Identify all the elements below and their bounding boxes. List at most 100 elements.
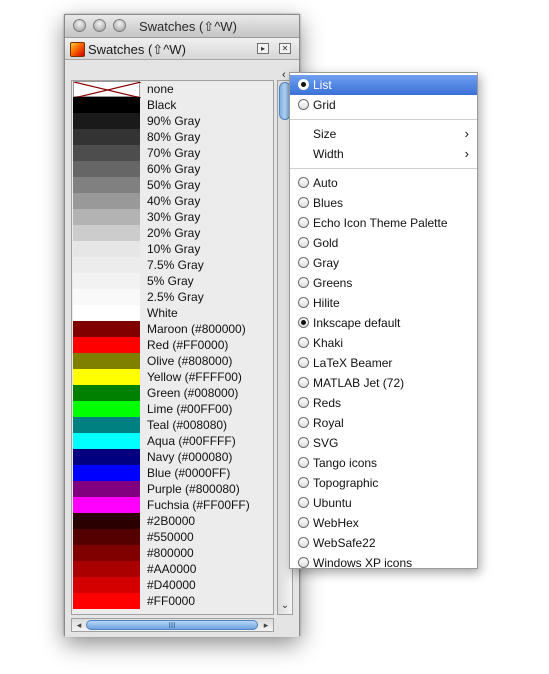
swatch-color[interactable] (73, 593, 140, 609)
swatch-row[interactable]: Maroon (#800000) (72, 321, 273, 337)
swatch-color[interactable] (73, 561, 140, 577)
swatch-color[interactable] (73, 353, 140, 369)
palette-item[interactable]: LaTeX Beamer (290, 353, 477, 373)
swatch-color[interactable] (73, 225, 140, 241)
swatch-row[interactable]: 60% Gray (72, 161, 273, 177)
swatch-row[interactable]: Red (#FF0000) (72, 337, 273, 353)
zoom-window-button[interactable] (113, 19, 126, 32)
swatch-color[interactable] (73, 433, 140, 449)
swatch-color[interactable] (73, 321, 140, 337)
swatch-color[interactable] (73, 449, 140, 465)
swatch-row[interactable]: 7.5% Gray (72, 257, 273, 273)
swatch-row[interactable]: #2B0000 (72, 513, 273, 529)
palette-item[interactable]: Auto (290, 173, 477, 193)
swatch-color[interactable] (73, 465, 140, 481)
swatch-color[interactable] (73, 401, 140, 417)
swatch-color[interactable] (73, 529, 140, 545)
dock-close-button[interactable]: ✕ (279, 43, 291, 54)
submenu-size[interactable]: Size › (290, 124, 477, 144)
palette-item[interactable]: Khaki (290, 333, 477, 353)
palette-item[interactable]: Gray (290, 253, 477, 273)
swatch-row[interactable]: Lime (#00FF00) (72, 401, 273, 417)
horizontal-scroll-thumb[interactable]: III (86, 620, 258, 630)
swatch-row[interactable]: 40% Gray (72, 193, 273, 209)
dock-menu-button[interactable]: ▸ (257, 43, 269, 54)
swatch-row[interactable]: 2.5% Gray (72, 289, 273, 305)
palette-item[interactable]: Windows XP icons (290, 553, 477, 573)
swatch-row[interactable]: #550000 (72, 529, 273, 545)
scroll-left-arrow-icon[interactable]: ◂ (74, 619, 84, 631)
swatch-color[interactable] (73, 145, 140, 161)
menu-item-view-list[interactable]: List (290, 75, 477, 95)
swatch-color[interactable] (73, 305, 140, 321)
palette-item[interactable]: Royal (290, 413, 477, 433)
palette-item[interactable]: Topographic (290, 473, 477, 493)
palette-item[interactable]: MATLAB Jet (72) (290, 373, 477, 393)
swatch-row[interactable]: none (72, 81, 273, 98)
swatch-color[interactable] (73, 97, 140, 113)
minimize-window-button[interactable] (93, 19, 106, 32)
swatch-row[interactable]: Green (#008000) (72, 385, 273, 401)
swatch-row[interactable]: 70% Gray (72, 145, 273, 161)
palette-item[interactable]: SVG (290, 433, 477, 453)
swatch-color[interactable] (73, 337, 140, 353)
swatch-color[interactable] (73, 257, 140, 273)
swatch-color[interactable] (73, 513, 140, 529)
palette-item[interactable]: Greens (290, 273, 477, 293)
swatch-row[interactable]: 30% Gray (72, 209, 273, 225)
swatch-row[interactable]: 50% Gray (72, 177, 273, 193)
palette-item[interactable]: Ubuntu (290, 493, 477, 513)
swatch-color[interactable] (73, 161, 140, 177)
swatch-color[interactable] (73, 241, 140, 257)
swatch-row[interactable]: #FF0000 (72, 593, 273, 609)
close-window-button[interactable] (73, 19, 86, 32)
swatch-row[interactable]: Yellow (#FFFF00) (72, 369, 273, 385)
swatch-color[interactable] (73, 193, 140, 209)
swatch-color[interactable] (73, 273, 140, 289)
scroll-down-arrow-icon[interactable]: ⌄ (279, 599, 291, 613)
palette-item[interactable]: Blues (290, 193, 477, 213)
swatch-color[interactable] (73, 497, 140, 513)
swatch-color[interactable] (73, 385, 140, 401)
swatch-color[interactable] (73, 369, 140, 385)
submenu-width[interactable]: Width › (290, 144, 477, 164)
swatch-row[interactable]: Aqua (#00FFFF) (72, 433, 273, 449)
palette-item[interactable]: WebHex (290, 513, 477, 533)
swatch-row[interactable]: Purple (#800080) (72, 481, 273, 497)
swatch-row[interactable]: Blue (#0000FF) (72, 465, 273, 481)
scroll-right-arrow-icon[interactable]: ▸ (261, 619, 271, 631)
swatch-color[interactable] (73, 577, 140, 593)
swatch-row[interactable]: White (72, 305, 273, 321)
swatch-color[interactable] (73, 177, 140, 193)
palette-item[interactable]: Echo Icon Theme Palette (290, 213, 477, 233)
palette-item[interactable]: Hilite (290, 293, 477, 313)
swatch-row[interactable]: 20% Gray (72, 225, 273, 241)
swatch-color[interactable] (73, 289, 140, 305)
window-titlebar[interactable]: Swatches (⇧^W) (65, 15, 299, 38)
swatch-row[interactable]: #AA0000 (72, 561, 273, 577)
swatch-color[interactable] (73, 129, 140, 145)
swatch-color[interactable] (73, 481, 140, 497)
palette-item[interactable]: Reds (290, 393, 477, 413)
palette-item[interactable]: Gold (290, 233, 477, 253)
swatch-color[interactable] (73, 545, 140, 561)
swatch-color[interactable] (73, 113, 140, 129)
swatch-row[interactable]: Black (72, 97, 273, 113)
swatch-row[interactable]: 5% Gray (72, 273, 273, 289)
swatch-row[interactable]: Navy (#000080) (72, 449, 273, 465)
palette-item[interactable]: WebSafe22 (290, 533, 477, 553)
palette-item[interactable]: Tango icons (290, 453, 477, 473)
none-swatch-icon[interactable] (73, 81, 141, 98)
menu-item-view-grid[interactable]: Grid (290, 95, 477, 115)
swatch-row[interactable]: #D40000 (72, 577, 273, 593)
swatch-row[interactable]: #800000 (72, 545, 273, 561)
swatch-row[interactable]: 10% Gray (72, 241, 273, 257)
swatch-color[interactable] (73, 209, 140, 225)
swatch-row[interactable]: Teal (#008080) (72, 417, 273, 433)
menu-anchor-icon[interactable]: ‹ (282, 69, 286, 81)
swatch-row[interactable]: Fuchsia (#FF00FF) (72, 497, 273, 513)
swatch-row[interactable]: 90% Gray (72, 113, 273, 129)
swatch-row[interactable]: Olive (#808000) (72, 353, 273, 369)
swatch-color[interactable] (73, 417, 140, 433)
horizontal-scrollbar[interactable]: ◂ III ▸ (71, 618, 274, 632)
